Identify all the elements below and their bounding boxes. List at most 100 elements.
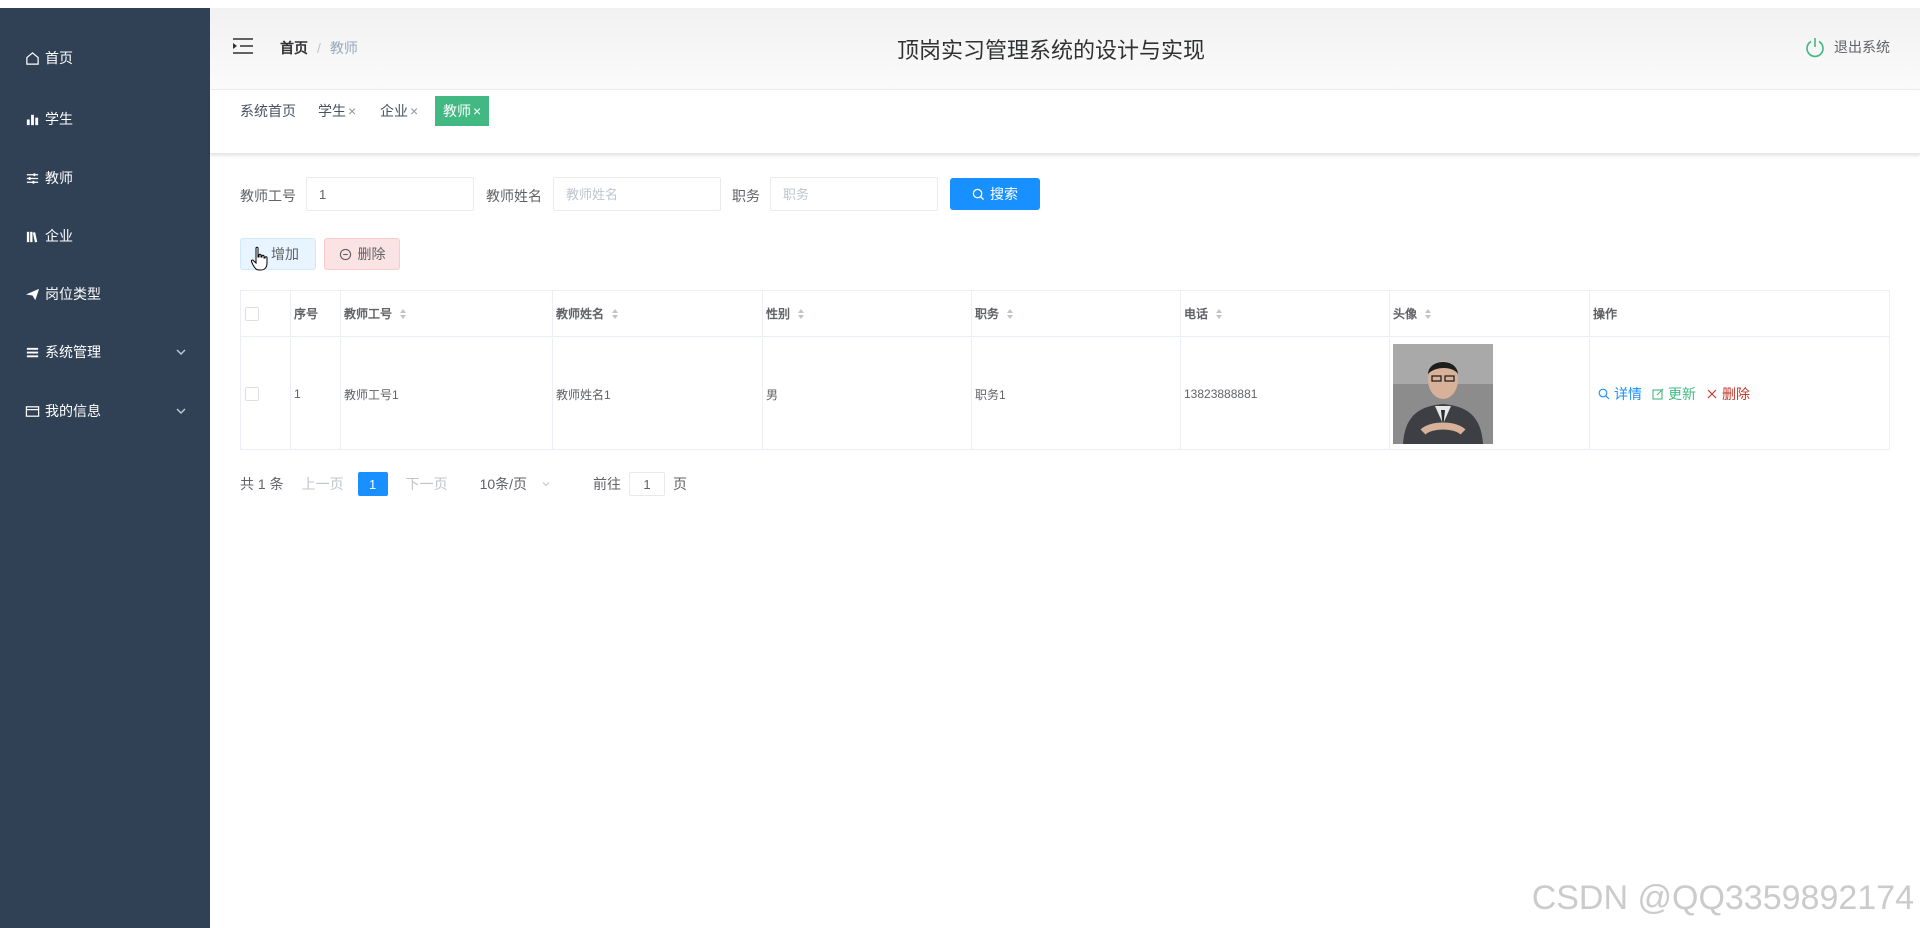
update-label: 更新 bbox=[1668, 386, 1696, 402]
prev-page-button[interactable]: 上一页 bbox=[302, 474, 344, 494]
chevron-down-icon bbox=[176, 408, 186, 414]
sort-icon[interactable] bbox=[797, 308, 805, 320]
cell-gender: 男 bbox=[763, 338, 972, 450]
logout-button[interactable]: 退出系统 bbox=[1804, 36, 1890, 58]
delete-link[interactable]: 删除 bbox=[1706, 384, 1750, 404]
position-label: 职务 bbox=[732, 188, 760, 204]
next-page-button[interactable]: 下一页 bbox=[406, 474, 448, 494]
sidebar-item-label: 企业 bbox=[45, 228, 73, 244]
sidebar-item-label: 系统管理 bbox=[45, 344, 101, 360]
sidebar-item-student[interactable]: 学生 bbox=[0, 97, 210, 141]
sidebar-item-home[interactable]: 首页 bbox=[0, 36, 210, 80]
sidebar: 首页 学生 教师 企业 岗位类型 系统管理 我的信息 bbox=[0, 8, 210, 928]
col-header-gender[interactable]: 性别 bbox=[763, 291, 972, 336]
sidebar-item-job-type[interactable]: 岗位类型 bbox=[0, 272, 210, 316]
col-header-teacher-name[interactable]: 教师姓名 bbox=[553, 291, 763, 336]
cell-teacher-name: 教师姓名1 bbox=[553, 338, 763, 450]
col-header-actions: 操作 bbox=[1590, 291, 1889, 336]
sidebar-item-company[interactable]: 企业 bbox=[0, 214, 210, 258]
cell-actions: 详情 更新 删除 bbox=[1590, 338, 1889, 450]
sidebar-item-teacher[interactable]: 教师 bbox=[0, 156, 210, 200]
chevron-down-icon bbox=[542, 482, 550, 487]
sidebar-item-system[interactable]: 系统管理 bbox=[0, 330, 210, 374]
search-icon bbox=[972, 188, 985, 200]
tag-student[interactable]: 学生 × bbox=[314, 96, 360, 126]
col-header-label: 电话 bbox=[1184, 307, 1209, 321]
close-icon bbox=[1707, 389, 1717, 399]
tag-home[interactable]: 系统首页 bbox=[236, 96, 300, 126]
position-input[interactable] bbox=[770, 177, 938, 211]
batch-delete-button[interactable]: 删除 bbox=[324, 238, 400, 270]
breadcrumb-current: 教师 bbox=[329, 40, 358, 56]
list-icon bbox=[24, 344, 40, 360]
col-header-avatar[interactable]: 头像 bbox=[1390, 291, 1590, 336]
cell-index: 1 bbox=[291, 338, 341, 450]
tag-company[interactable]: 企业 × bbox=[376, 96, 422, 126]
breadcrumb-separator: / bbox=[317, 40, 321, 56]
sort-icon[interactable] bbox=[1215, 308, 1223, 320]
cell-teacher-no: 教师工号1 bbox=[341, 338, 553, 450]
sort-icon[interactable] bbox=[1424, 308, 1432, 320]
detail-link[interactable]: 详情 bbox=[1598, 384, 1642, 404]
col-header-teacher-no[interactable]: 教师工号 bbox=[341, 291, 553, 336]
update-link[interactable]: 更新 bbox=[1652, 384, 1696, 404]
sidebar-item-label: 学生 bbox=[45, 111, 73, 127]
chevron-down-icon bbox=[176, 349, 186, 355]
delete-button-label: 删除 bbox=[357, 246, 386, 262]
close-icon[interactable]: × bbox=[348, 103, 356, 119]
menu-toggle-icon[interactable] bbox=[232, 37, 254, 55]
send-icon bbox=[24, 286, 40, 302]
sort-icon[interactable] bbox=[1006, 308, 1014, 320]
teacher-no-input[interactable] bbox=[306, 177, 474, 211]
pagination: 共 1 条 上一页 1 下一页 10条/页 前往 页 bbox=[240, 472, 687, 496]
search-button[interactable]: 搜索 bbox=[950, 178, 1040, 210]
sort-icon[interactable] bbox=[399, 308, 407, 320]
col-header-label: 职务 bbox=[975, 307, 1000, 321]
home-icon bbox=[24, 50, 40, 66]
select-all-cell bbox=[241, 291, 291, 336]
row-checkbox[interactable] bbox=[245, 387, 259, 401]
table-row: 1 教师工号1 教师姓名1 男 职务1 13823888881 详情 更新 删除 bbox=[241, 338, 1889, 450]
top-header: 首页 / 教师 顶岗实习管理系统的设计与实现 退出系统 bbox=[210, 8, 1920, 90]
sidebar-item-label: 岗位类型 bbox=[45, 286, 101, 302]
teacher-name-input[interactable] bbox=[553, 177, 721, 211]
teacher-name-label: 教师姓名 bbox=[486, 188, 542, 204]
select-all-checkbox[interactable] bbox=[245, 306, 259, 321]
close-icon[interactable]: × bbox=[473, 103, 481, 119]
col-header-label: 性别 bbox=[766, 307, 791, 321]
add-button[interactable]: 增加 bbox=[240, 238, 316, 270]
teacher-table: 序号 教师工号 教师姓名 性别 职务 电话 头像 操作 1 教师工号1 教师姓名… bbox=[240, 290, 1890, 450]
close-icon[interactable]: × bbox=[410, 103, 418, 119]
cell-position: 职务1 bbox=[972, 338, 1181, 450]
goto-label: 前往 bbox=[593, 476, 622, 492]
tag-teacher[interactable]: 教师 × bbox=[435, 96, 490, 126]
col-header-phone[interactable]: 电话 bbox=[1181, 291, 1390, 336]
tag-label: 系统首页 bbox=[240, 103, 296, 119]
breadcrumb-home[interactable]: 首页 bbox=[280, 38, 308, 58]
sort-icon[interactable] bbox=[611, 308, 619, 320]
detail-label: 详情 bbox=[1614, 386, 1642, 402]
tag-label: 学生 bbox=[318, 103, 346, 119]
teacher-no-label: 教师工号 bbox=[240, 188, 296, 204]
teacher-avatar[interactable] bbox=[1393, 344, 1493, 444]
tag-label: 教师 bbox=[443, 103, 471, 119]
delete-label: 删除 bbox=[1722, 386, 1750, 402]
page-size-select[interactable]: 10条/页 bbox=[480, 474, 551, 494]
col-header-label: 序号 bbox=[294, 307, 319, 321]
search-icon bbox=[1598, 388, 1610, 400]
watermark: CSDN @QQ3359892174 bbox=[1531, 879, 1914, 917]
goto-page-input[interactable] bbox=[629, 472, 666, 496]
tag-label: 企业 bbox=[380, 103, 408, 119]
col-header-label: 教师姓名 bbox=[556, 307, 605, 321]
col-header-label: 头像 bbox=[1393, 307, 1418, 321]
add-button-label: 增加 bbox=[271, 246, 299, 262]
breadcrumb: 首页 / 教师 bbox=[280, 38, 358, 58]
col-header-index: 序号 bbox=[291, 291, 341, 336]
col-header-label: 操作 bbox=[1593, 307, 1618, 321]
sidebar-item-my-info[interactable]: 我的信息 bbox=[0, 389, 210, 433]
edit-icon bbox=[1652, 388, 1664, 400]
row-select-cell bbox=[241, 338, 291, 450]
col-header-position[interactable]: 职务 bbox=[972, 291, 1181, 336]
cell-avatar bbox=[1390, 338, 1590, 450]
page-number-1[interactable]: 1 bbox=[357, 472, 388, 496]
